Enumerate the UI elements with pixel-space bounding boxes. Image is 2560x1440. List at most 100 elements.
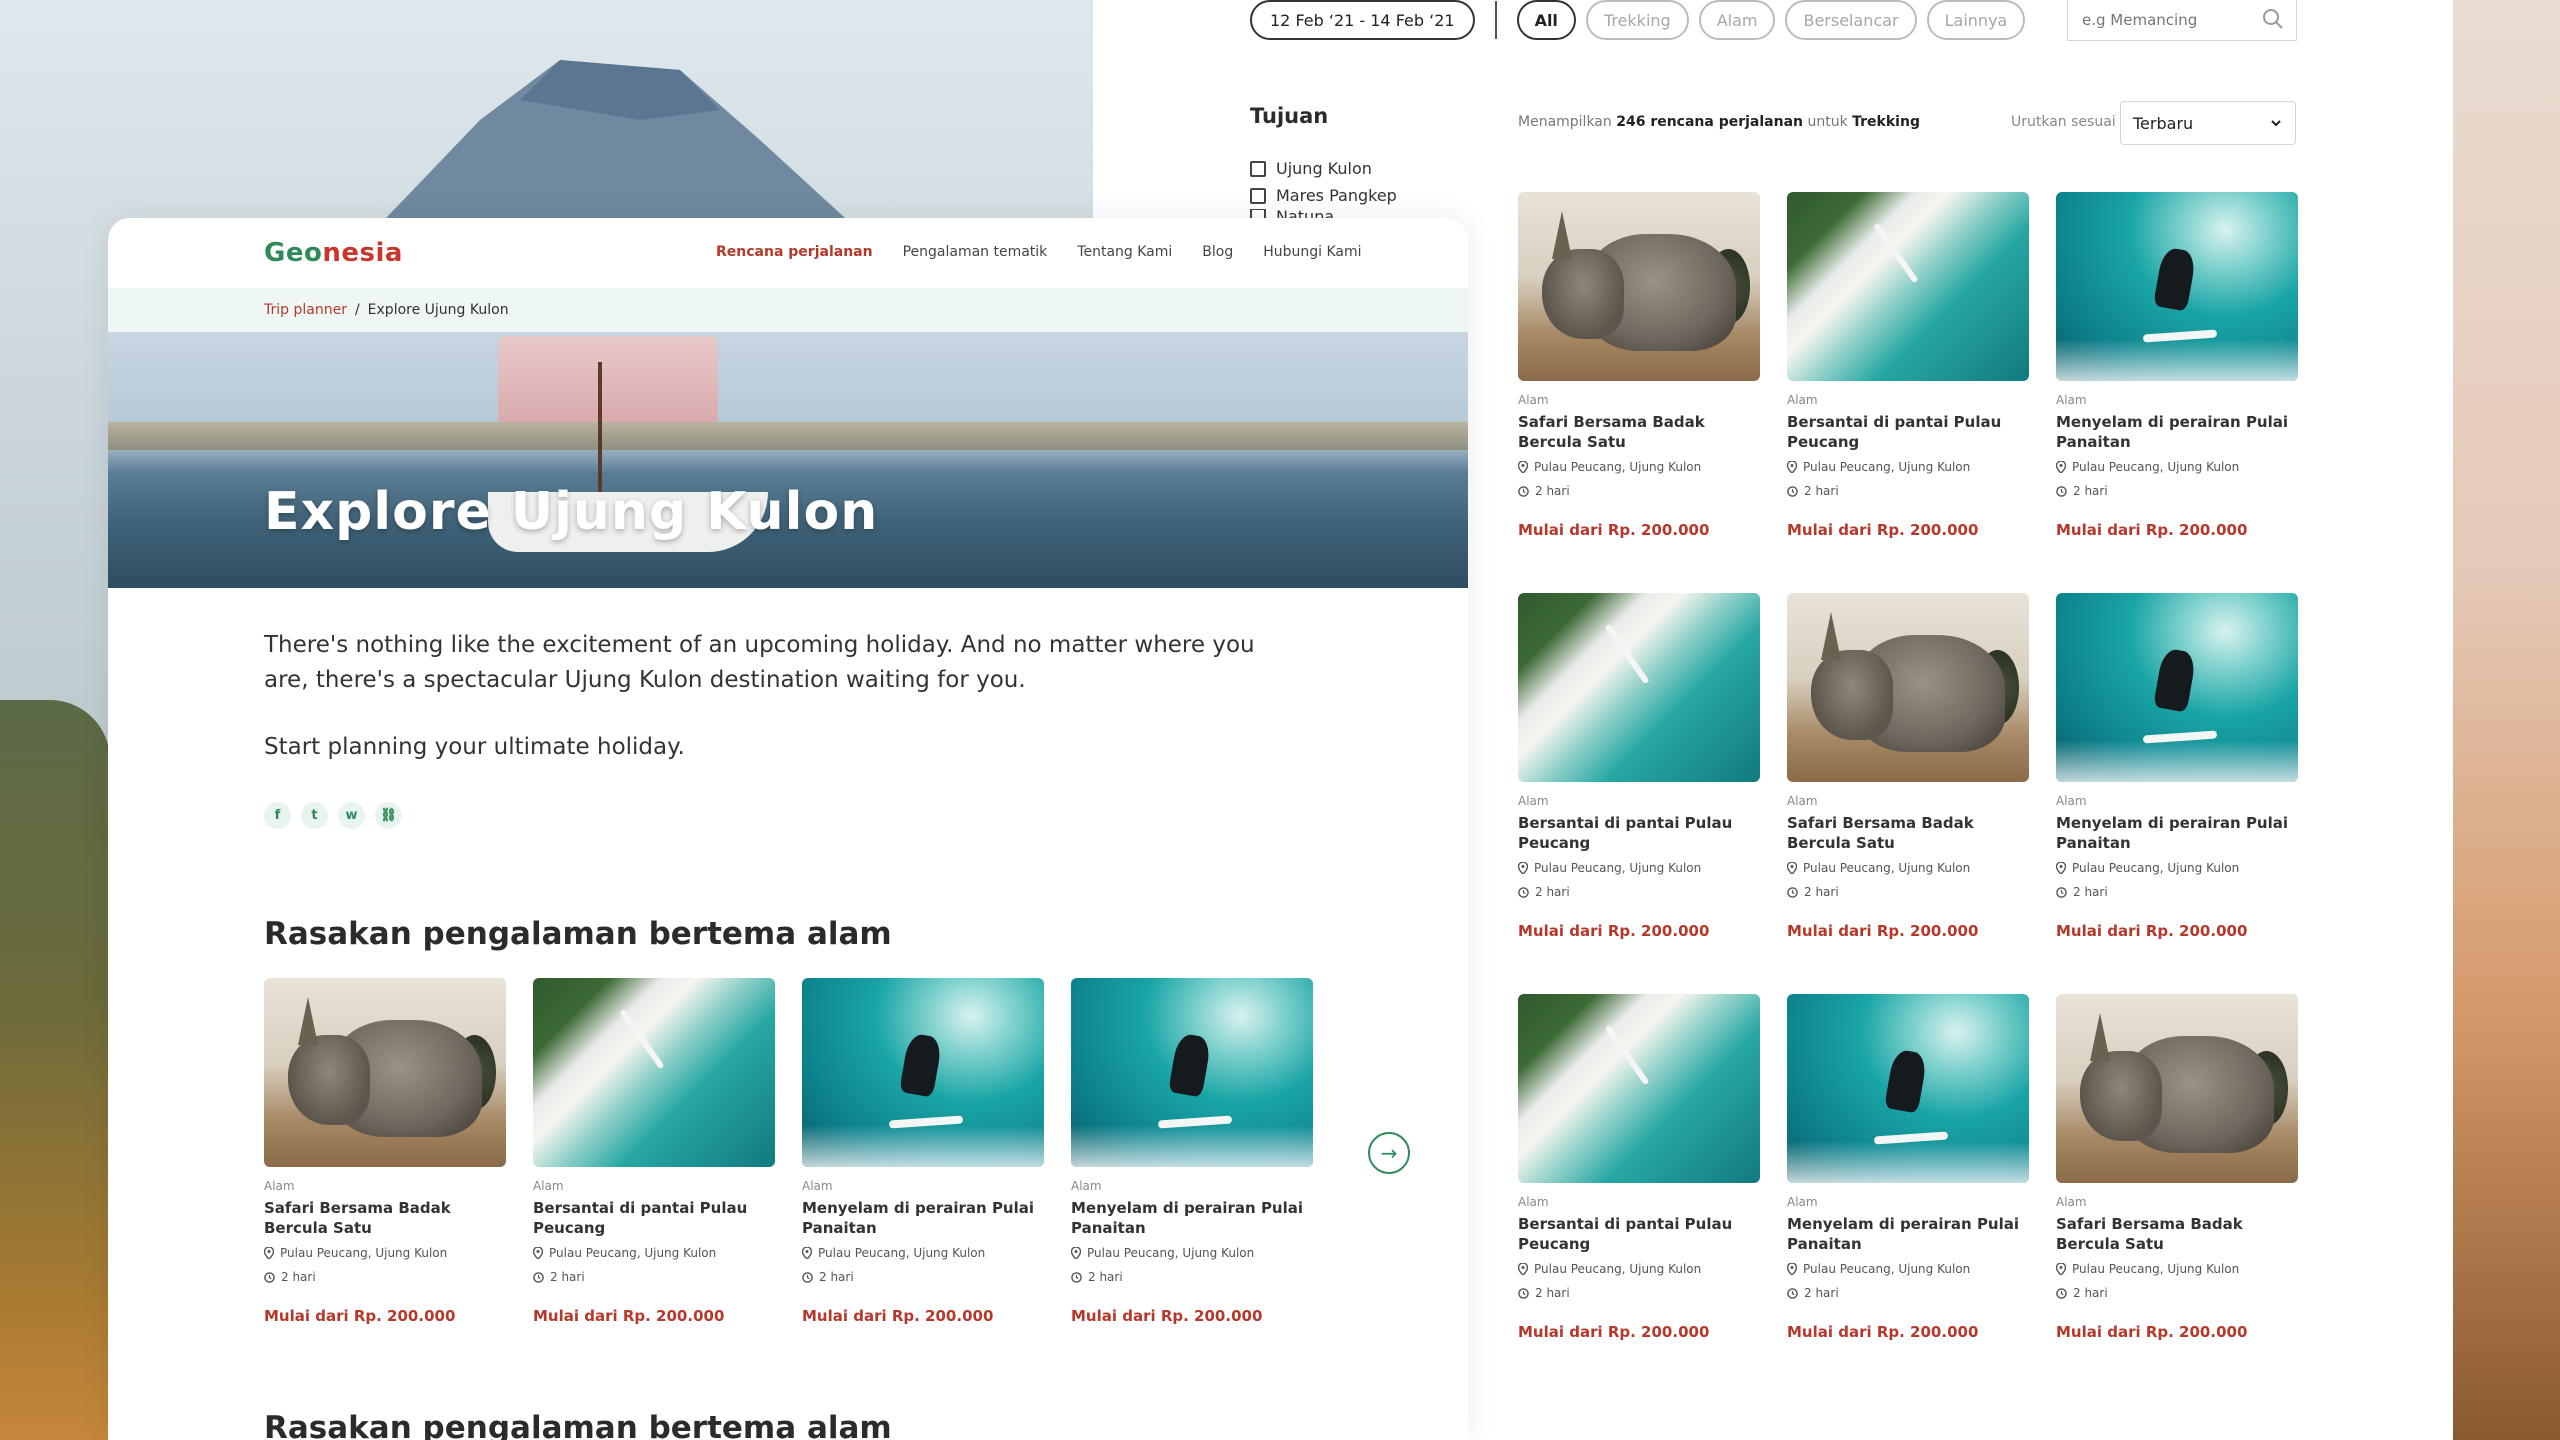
card-title[interactable]: Safari Bersama Badak Bercula Satu — [1518, 412, 1760, 452]
destination-page: Geonesia Rencana perjalanan Pengalaman t… — [108, 218, 1468, 1440]
trip-card[interactable]: Alam Bersantai di pantai Pulau Peucang Pul… — [533, 978, 775, 1379]
intro-paragraph-2: Start planning your ultimate holiday. — [264, 734, 685, 760]
carousel-next-button[interactable]: → — [1368, 1132, 1410, 1174]
card-duration: 2 hari — [1518, 483, 1760, 499]
card-location: Pulau Peucang, Ujung Kulon — [1787, 1261, 2029, 1277]
card-title[interactable]: Safari Bersama Badak Bercula Satu — [264, 1198, 506, 1238]
clock-icon — [2056, 485, 2067, 497]
nav-hubungi-kami[interactable]: Hubungi Kami — [1263, 244, 1361, 260]
trip-card[interactable]: Alam Safari Bersama Badak Bercula Satu Pul… — [2056, 994, 2298, 1395]
beach-photo[interactable] — [1518, 593, 1760, 782]
beach-photo[interactable] — [533, 978, 775, 1167]
rhino-photo[interactable] — [1787, 593, 2029, 782]
card-location: Pulau Peucang, Ujung Kulon — [2056, 860, 2298, 876]
location-pin-icon — [2056, 862, 2066, 874]
chip-berselancar[interactable]: Berselancar — [1785, 0, 1917, 40]
card-title[interactable]: Menyelam di perairan Pulai Panaitan — [1071, 1198, 1313, 1238]
trip-card[interactable]: Alam Safari Bersama Badak Bercula Satu Pul… — [1787, 593, 2029, 994]
card-category: Alam — [2056, 1195, 2087, 1209]
trip-card[interactable]: Alam Bersantai di pantai Pulau Peucang Pul… — [1518, 593, 1760, 994]
card-title[interactable]: Menyelam di perairan Pulai Panaitan — [2056, 813, 2298, 853]
card-title[interactable]: Menyelam di perairan Pulai Panaitan — [802, 1198, 1044, 1238]
breadcrumb-trip-planner[interactable]: Trip planner — [264, 302, 347, 318]
search-icon[interactable] — [2262, 8, 2284, 30]
destination-option-ujung-kulon[interactable]: Ujung Kulon — [1250, 155, 1397, 182]
card-location: Pulau Peucang, Ujung Kulon — [2056, 459, 2298, 475]
card-category: Alam — [1518, 1195, 1549, 1209]
card-price: Mulai dari Rp. 200.000 — [533, 1307, 725, 1325]
card-title[interactable]: Menyelam di perairan Pulai Panaitan — [1787, 1214, 2029, 1254]
card-price: Mulai dari Rp. 200.000 — [1787, 521, 1979, 539]
rhino-photo[interactable] — [1518, 192, 1760, 381]
card-title[interactable]: Safari Bersama Badak Bercula Satu — [1787, 813, 2029, 853]
trip-card[interactable]: Alam Bersantai di pantai Pulau Peucang Pul… — [1787, 192, 2029, 593]
card-title[interactable]: Bersantai di pantai Pulau Peucang — [1787, 412, 2029, 452]
card-price: Mulai dari Rp. 200.000 — [2056, 521, 2248, 539]
search-input[interactable] — [2080, 10, 2254, 30]
card-duration: 2 hari — [2056, 884, 2298, 900]
card-title[interactable]: Bersantai di pantai Pulau Peucang — [1518, 813, 1760, 853]
chip-trekking[interactable]: Trekking — [1585, 0, 1689, 40]
facebook-icon[interactable]: f — [264, 802, 291, 829]
location-pin-icon — [1518, 461, 1528, 473]
trip-card[interactable]: Alam Menyelam di perairan Pulai Panaitan P… — [802, 978, 1044, 1379]
card-title[interactable]: Menyelam di perairan Pulai Panaitan — [2056, 412, 2298, 452]
card-price: Mulai dari Rp. 200.000 — [802, 1307, 994, 1325]
trip-card[interactable]: Alam Bersantai di pantai Pulau Peucang Pul… — [1518, 994, 1760, 1395]
date-range-picker[interactable]: 12 Feb ‘21 - 14 Feb ‘21 — [1250, 0, 1475, 40]
trip-card[interactable]: Alam Menyelam di perairan Pulai Panaitan P… — [2056, 192, 2298, 593]
nav-blog[interactable]: Blog — [1202, 244, 1233, 260]
card-title[interactable]: Bersantai di pantai Pulau Peucang — [533, 1198, 775, 1238]
card-title[interactable]: Safari Bersama Badak Bercula Satu — [2056, 1214, 2298, 1254]
beach-photo[interactable] — [1518, 994, 1760, 1183]
hero-boat-mast — [598, 362, 602, 502]
link-icon[interactable]: ⛓ — [375, 802, 402, 829]
clock-icon — [1518, 485, 1529, 497]
destination-option-mares-pangkep[interactable]: Mares Pangkep — [1250, 182, 1397, 209]
clock-icon — [1787, 485, 1798, 497]
card-price: Mulai dari Rp. 200.000 — [264, 1307, 456, 1325]
checkbox[interactable] — [1250, 160, 1266, 177]
sort-select[interactable]: Terbaru — [2120, 101, 2296, 145]
surf-photo[interactable] — [802, 978, 1044, 1167]
card-duration: 2 hari — [1787, 884, 2029, 900]
trip-card[interactable]: Alam Menyelam di perairan Pulai Panaitan P… — [2056, 593, 2298, 994]
card-price: Mulai dari Rp. 200.000 — [1518, 521, 1710, 539]
rhino-photo[interactable] — [264, 978, 506, 1167]
chip-all[interactable]: All — [1516, 0, 1576, 40]
card-category: Alam — [264, 1179, 295, 1193]
clock-icon — [533, 1271, 544, 1283]
trip-card[interactable]: Alam Menyelam di perairan Pulai Panaitan P… — [1071, 978, 1313, 1379]
trip-card[interactable]: Alam Safari Bersama Badak Bercula Satu Pul… — [1518, 192, 1760, 593]
whatsapp-icon[interactable]: w — [338, 802, 365, 829]
card-category: Alam — [1787, 1195, 1818, 1209]
chip-lainnya[interactable]: Lainnya — [1926, 0, 2026, 40]
card-duration: 2 hari — [2056, 483, 2298, 499]
beach-photo[interactable] — [1787, 192, 2029, 381]
twitter-icon[interactable]: t — [301, 802, 328, 829]
nav-rencana-perjalanan[interactable]: Rencana perjalanan — [716, 244, 873, 260]
card-location: Pulau Peucang, Ujung Kulon — [2056, 1261, 2298, 1277]
destination-checklist: Ujung Kulon Mares Pangkep Natuna — [1250, 155, 1397, 223]
checkbox[interactable] — [1250, 187, 1266, 204]
card-price: Mulai dari Rp. 200.000 — [1787, 1323, 1979, 1341]
surf-photo[interactable] — [2056, 192, 2298, 381]
results-summary: Menampilkan 246 rencana perjalanan untuk… — [1518, 114, 1920, 130]
trip-card[interactable]: Alam Safari Bersama Badak Bercula Satu Pul… — [264, 978, 506, 1379]
breadcrumb-separator: / — [354, 302, 360, 318]
breadcrumb-current: Explore Ujung Kulon — [367, 302, 509, 318]
nav-tentang-kami[interactable]: Tentang Kami — [1077, 244, 1172, 260]
nav-pengalaman-tematik[interactable]: Pengalaman tematik — [903, 244, 1048, 260]
chip-alam[interactable]: Alam — [1698, 0, 1776, 40]
surf-photo[interactable] — [2056, 593, 2298, 782]
surf-photo[interactable] — [1071, 978, 1313, 1167]
card-location: Pulau Peucang, Ujung Kulon — [1071, 1245, 1313, 1261]
site-logo[interactable]: Geonesia — [264, 238, 403, 268]
filter-bar: 12 Feb ‘21 - 14 Feb ‘21 All Trekking Ala… — [1250, 0, 2026, 40]
rhino-photo[interactable] — [2056, 994, 2298, 1183]
location-pin-icon — [533, 1247, 543, 1259]
card-title[interactable]: Bersantai di pantai Pulau Peucang — [1518, 1214, 1760, 1254]
surf-photo[interactable] — [1787, 994, 2029, 1183]
clock-icon — [264, 1271, 275, 1283]
trip-card[interactable]: Alam Menyelam di perairan Pulai Panaitan P… — [1787, 994, 2029, 1395]
